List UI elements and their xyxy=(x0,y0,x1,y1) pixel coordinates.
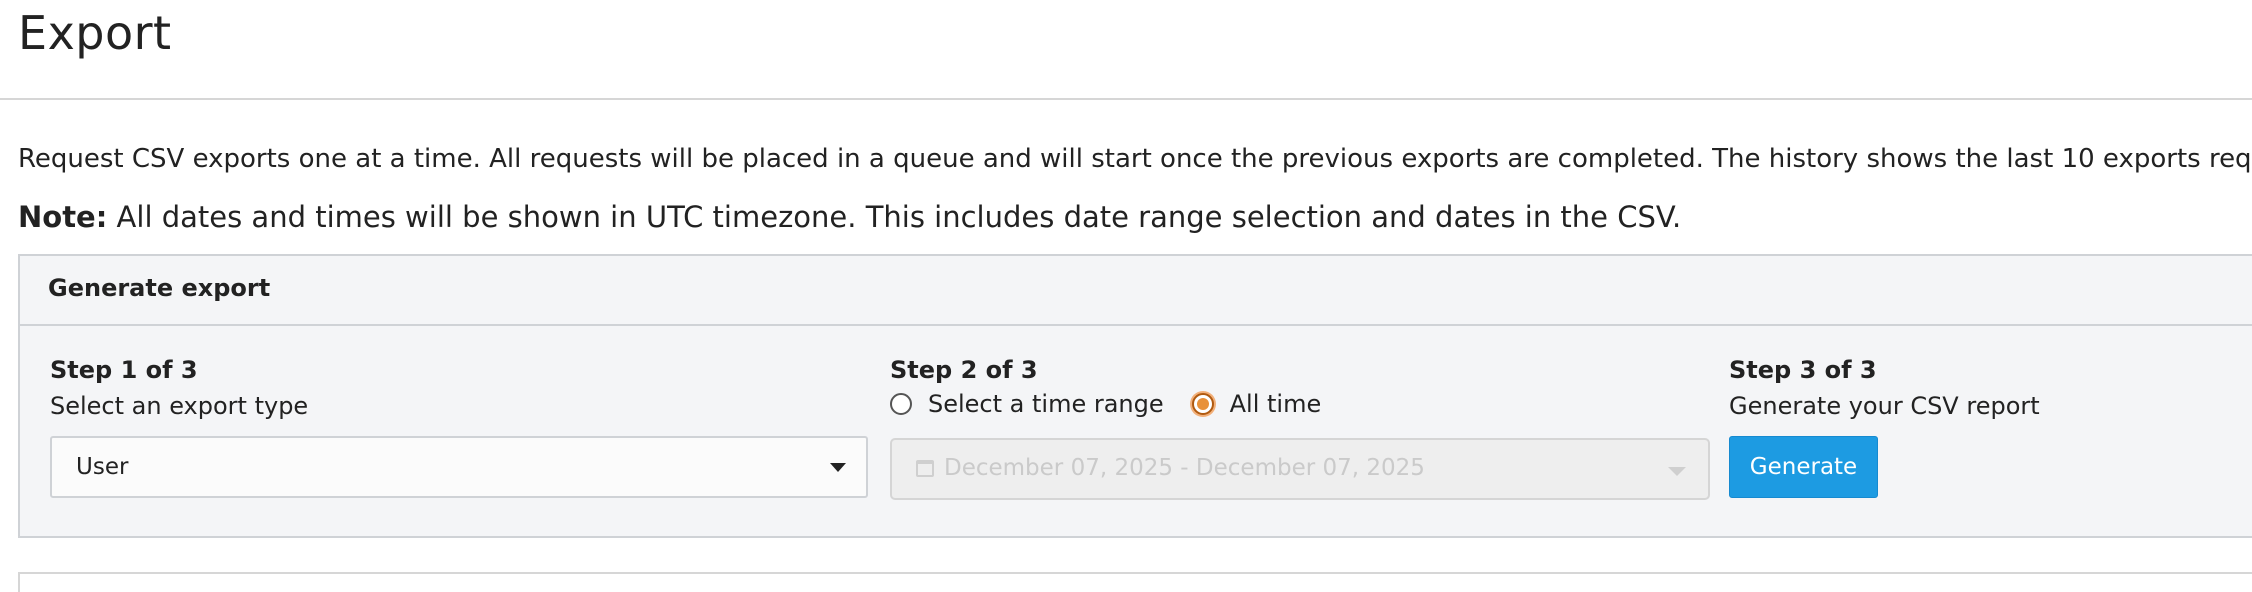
time-range-radio-group: Select a time range All time xyxy=(890,386,1349,422)
calendar-icon xyxy=(916,460,934,477)
caret-down-icon xyxy=(1668,467,1686,476)
generate-button[interactable]: Generate xyxy=(1729,436,1878,498)
date-range-value: December 07, 2025 - December 07, 2025 xyxy=(944,455,1425,481)
export-type-select[interactable]: User xyxy=(50,436,868,498)
select-time-range-radio[interactable] xyxy=(890,393,912,415)
panel-header: Generate export xyxy=(20,256,2252,326)
step-1-title: Step 1 of 3 xyxy=(50,356,198,384)
export-history-panel xyxy=(18,572,2252,592)
page-title: Export xyxy=(18,6,172,60)
generate-export-panel: Generate export Step 1 of 3 Select an ex… xyxy=(18,254,2252,538)
step-1-subtitle: Select an export type xyxy=(50,392,309,420)
step-2-title: Step 2 of 3 xyxy=(890,356,1038,384)
intro-text: Request CSV exports one at a time. All r… xyxy=(18,144,2252,174)
step-3-title: Step 3 of 3 xyxy=(1729,356,1877,384)
panel-title: Generate export xyxy=(48,274,271,302)
note-text: All dates and times will be shown in UTC… xyxy=(107,200,1682,234)
date-range-picker[interactable]: December 07, 2025 - December 07, 2025 xyxy=(890,438,1710,500)
step-2: Step 2 of 3 Select a time range All time xyxy=(890,356,1349,422)
note-label: Note: xyxy=(18,200,108,234)
all-time-radio[interactable] xyxy=(1191,393,1214,415)
page-header: Export xyxy=(0,0,2252,100)
caret-down-icon xyxy=(830,463,846,472)
all-time-label[interactable]: All time xyxy=(1230,390,1322,418)
step-3: Step 3 of 3 Generate your CSV report xyxy=(1729,356,2040,420)
step-3-subtitle: Generate your CSV report xyxy=(1729,392,2040,420)
step-1: Step 1 of 3 Select an export type xyxy=(50,356,308,420)
select-time-range-label[interactable]: Select a time range xyxy=(928,390,1164,418)
utc-note: Note: All dates and times will be shown … xyxy=(18,200,1681,234)
export-type-value: User xyxy=(76,454,129,480)
